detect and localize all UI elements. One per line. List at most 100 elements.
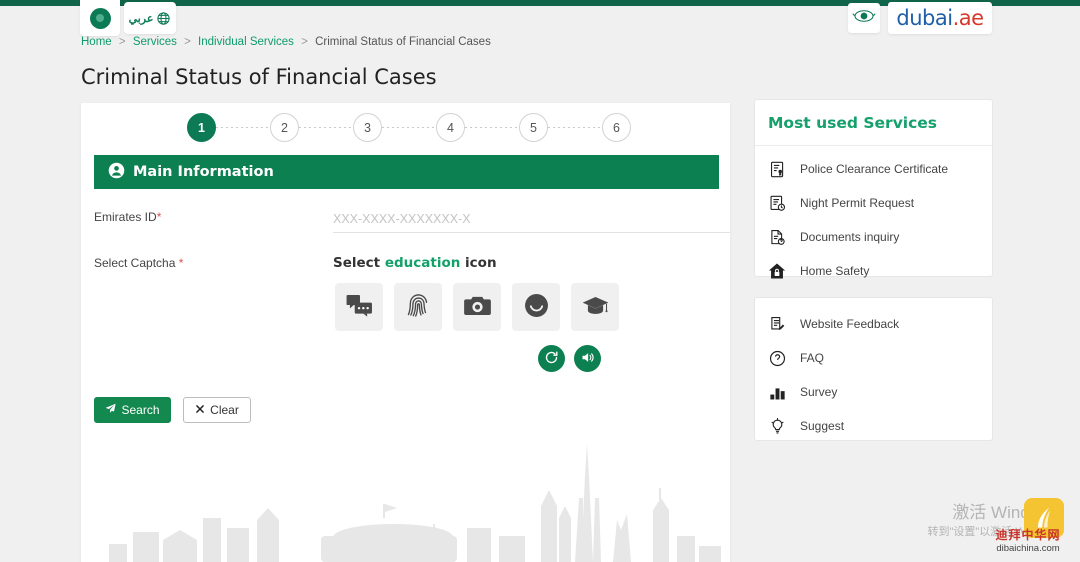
captcha-prompt: Select education icon (333, 255, 497, 271)
service-item-label: Police Clearance Certificate (800, 162, 949, 176)
quick-link-survey[interactable]: Survey (755, 375, 992, 409)
service-item-home-safety[interactable]: Home Safety (755, 254, 992, 288)
question-circle-icon (768, 349, 786, 367)
times-icon (195, 403, 205, 417)
user-circle-icon (108, 162, 125, 183)
step-1[interactable]: 1 (187, 113, 216, 142)
home-lock-icon (768, 262, 786, 280)
most-used-services-card: Most used Services Police Clearance Cert… (754, 99, 993, 279)
site-watermark-url: dibaichina.com (996, 543, 1060, 554)
captcha-refresh-button[interactable] (538, 345, 565, 372)
step-connector (548, 127, 602, 128)
clear-button-label: Clear (210, 403, 239, 417)
government-seal[interactable] (848, 3, 880, 33)
refresh-icon (544, 350, 559, 368)
captcha-audio-button[interactable] (574, 345, 601, 372)
camera-icon (463, 295, 491, 319)
site-watermark-text: 迪拜中华网 dibaichina.com (978, 526, 1078, 554)
most-used-services-title: Most used Services (755, 100, 992, 146)
quick-link-label: Suggest (800, 419, 845, 433)
certificate-icon (768, 160, 786, 178)
step-5[interactable]: 5 (519, 113, 548, 142)
captcha-option-chat-bubbles[interactable] (335, 283, 383, 331)
service-item-night-permit-request[interactable]: Night Permit Request (755, 186, 992, 220)
breadcrumb-separator: > (184, 36, 191, 48)
required-mark: * (156, 210, 162, 224)
captcha-prompt-suffix: icon (460, 255, 497, 271)
breadcrumb: Home > Services > Individual Services > … (81, 36, 491, 48)
service-item-label: Home Safety (800, 264, 870, 278)
quick-link-website-feedback[interactable]: Website Feedback (755, 307, 992, 341)
quick-links-card: Website Feedback FAQ Survey Suggest (754, 297, 993, 441)
emirates-id-input[interactable] (333, 207, 730, 233)
dubai-police-logo-icon (89, 7, 111, 29)
feedback-pencil-icon (768, 315, 786, 333)
smiley-face-icon (524, 293, 549, 321)
quick-link-label: Website Feedback (800, 317, 900, 331)
bar-chart-icon (768, 383, 786, 401)
main-form-card: 1 2 3 4 5 6 Main Information Emirates ID… (81, 103, 730, 562)
service-item-label: Documents inquiry (800, 230, 900, 244)
select-captcha-label: Select Captcha * (94, 256, 184, 270)
emirates-id-label: Emirates ID* (94, 210, 162, 224)
quick-link-faq[interactable]: FAQ (755, 341, 992, 375)
graduation-cap-icon (582, 296, 609, 318)
form-actions: Search Clear (94, 397, 251, 423)
quick-link-label: FAQ (800, 351, 825, 365)
search-button-label: Search (121, 403, 160, 417)
dubai-ae-logo-primary: dubai (896, 6, 953, 30)
service-item-police-clearance-certificate[interactable]: Police Clearance Certificate (755, 152, 992, 186)
quick-link-label: Survey (800, 385, 838, 399)
service-item-label: Night Permit Request (800, 196, 915, 210)
fingerprint-icon (407, 292, 430, 322)
breadcrumb-separator: > (301, 36, 308, 48)
required-mark: * (178, 256, 184, 270)
step-connector (299, 127, 353, 128)
speaker-icon (580, 350, 595, 368)
breadcrumb-item-individual-services[interactable]: Individual Services (198, 36, 294, 48)
page-title: Criminal Status of Financial Cases (81, 65, 437, 89)
captcha-option-graduation-cap[interactable] (571, 283, 619, 331)
section-header-label: Main Information (133, 164, 274, 180)
paper-plane-icon (105, 403, 117, 417)
step-connector (382, 127, 436, 128)
captcha-prompt-prefix: Select (333, 255, 385, 271)
captcha-prompt-keyword: education (384, 255, 461, 271)
step-indicator: 1 2 3 4 5 6 (187, 113, 631, 142)
breadcrumb-item-current: Criminal Status of Financial Cases (315, 36, 491, 48)
globe-icon (156, 11, 171, 26)
breadcrumb-separator: > (118, 36, 126, 48)
step-6[interactable]: 6 (602, 113, 631, 142)
dubai-ae-logo-suffix: .ae (952, 6, 984, 30)
step-2[interactable]: 2 (270, 113, 299, 142)
captcha-actions (538, 345, 601, 372)
language-label: عربي (128, 12, 154, 25)
site-watermark-chinese: 迪拜中华网 (995, 528, 1061, 542)
site-logo[interactable] (80, 0, 120, 36)
clear-button[interactable]: Clear (183, 397, 251, 423)
captcha-option-camera[interactable] (453, 283, 501, 331)
breadcrumb-item-services[interactable]: Services (133, 36, 177, 48)
government-seal-icon (852, 7, 876, 30)
quick-links-list: Website Feedback FAQ Survey Suggest (755, 298, 992, 443)
step-3[interactable]: 3 (353, 113, 382, 142)
dubai-skyline-illustration (109, 444, 721, 562)
section-header-main-information: Main Information (94, 155, 719, 189)
captcha-option-fingerprint[interactable] (394, 283, 442, 331)
search-button[interactable]: Search (94, 397, 171, 423)
service-item-documents-inquiry[interactable]: Documents inquiry (755, 220, 992, 254)
captcha-options (335, 283, 619, 331)
most-used-services-list: Police Clearance Certificate Night Permi… (755, 146, 992, 288)
step-connector (216, 127, 270, 128)
permit-clock-icon (768, 194, 786, 212)
step-4[interactable]: 4 (436, 113, 465, 142)
captcha-option-smiley-face[interactable] (512, 283, 560, 331)
step-connector (465, 127, 519, 128)
lightbulb-icon (768, 417, 786, 435)
quick-link-suggest[interactable]: Suggest (755, 409, 992, 443)
dubai-ae-logo[interactable]: dubai.ae (888, 2, 992, 34)
chat-bubbles-icon (346, 294, 373, 320)
breadcrumb-item-home[interactable]: Home (81, 36, 112, 48)
language-switcher[interactable]: عربي (124, 2, 176, 34)
document-question-icon (768, 228, 786, 246)
